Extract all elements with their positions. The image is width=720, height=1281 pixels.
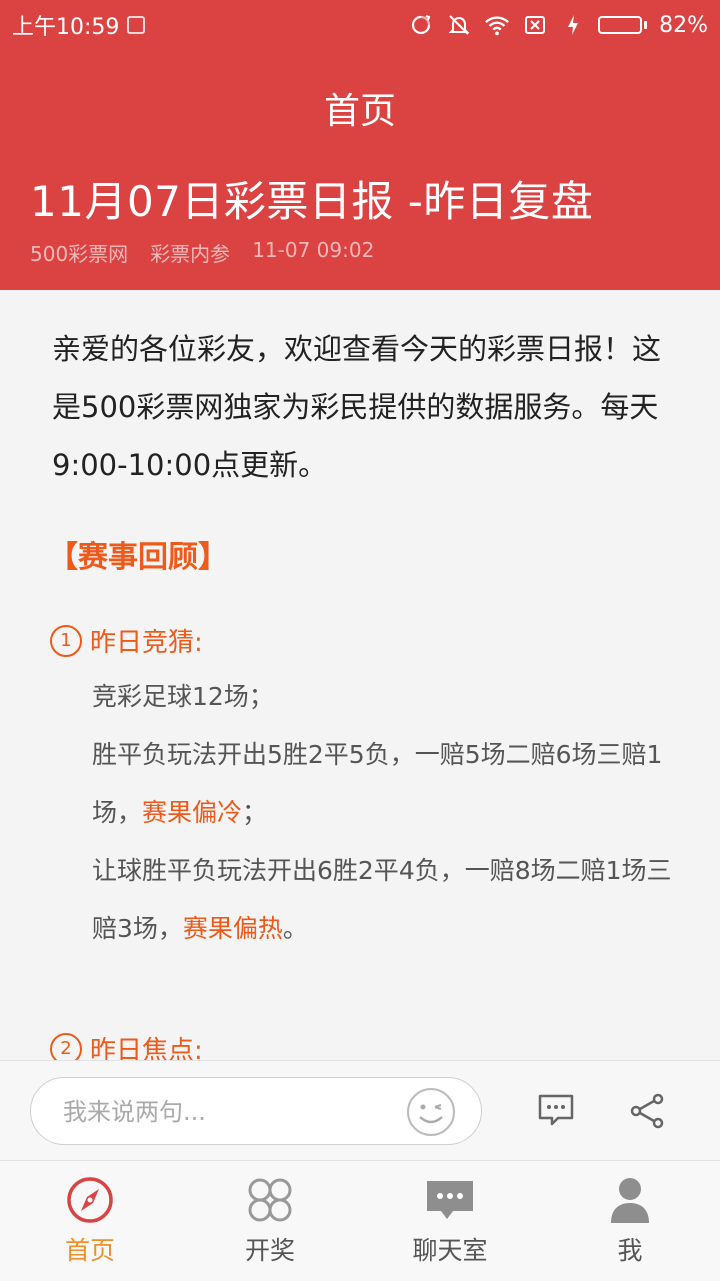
subsection-title-1: 昨日竞猜: — [90, 628, 203, 658]
circled-number-1: 1 — [50, 624, 82, 657]
tab-label: 首页 — [64, 1236, 115, 1265]
tab-me[interactable]: 我 — [540, 1161, 720, 1281]
subsection-heading-1: 1 昨日竞猜: — [50, 622, 203, 659]
comment-bar — [0, 1060, 720, 1161]
body-line: 竞彩足球12场； — [92, 682, 274, 711]
status-bar: 上午10:59 82% — [0, 0, 720, 50]
bottom-tab-bar: 首页 开奖 聊天室 我 — [0, 1160, 720, 1281]
tab-label: 聊天室 — [412, 1236, 488, 1265]
status-icons: 82% — [408, 12, 708, 38]
battery-icon — [598, 16, 648, 34]
article-intro: 亲爱的各位彩友，欢迎查看今天的彩票日报！这是500彩票网独家为彩民提供的数据服务… — [52, 332, 662, 482]
emoji-icon[interactable] — [405, 1086, 457, 1138]
subsection-body-1: 竞彩足球12场； 胜平负玩法开出5胜2平5负，一赔5场二赔6场三赔1场，赛果偏冷… — [92, 668, 682, 958]
tab-label: 我 — [617, 1236, 643, 1265]
highlight-text: 赛果偏热 — [182, 914, 283, 943]
comment-input[interactable] — [61, 1078, 425, 1146]
user-icon — [605, 1175, 655, 1225]
comment-input-box[interactable] — [30, 1077, 482, 1146]
article-title: 11月07日彩票日报 -昨日复盘 — [30, 177, 594, 226]
section-title: 【赛事回顾】 — [48, 540, 228, 575]
tab-label: 开奖 — [244, 1236, 295, 1265]
compass-icon — [65, 1175, 115, 1225]
subsection-heading-2: 2 昨日焦点: — [50, 1030, 203, 1060]
article-datetime: 11-07 09:02 — [252, 238, 375, 262]
grid-icon — [245, 1175, 295, 1225]
circled-number-2: 2 — [50, 1032, 82, 1060]
chat-icon — [425, 1175, 475, 1225]
tab-home[interactable]: 首页 — [0, 1161, 180, 1281]
notification-icon — [127, 16, 146, 34]
charging-icon — [560, 12, 586, 38]
page-title: 首页 — [323, 91, 396, 132]
article-source[interactable]: 500彩票网 — [30, 238, 128, 267]
tab-chatroom[interactable]: 聊天室 — [360, 1161, 540, 1281]
comments-icon[interactable] — [536, 1091, 576, 1131]
highlight-text: 赛果偏冷 — [142, 798, 243, 827]
sync-icon — [408, 12, 434, 38]
article-header: 首页 11月07日彩票日报 -昨日复盘 500彩票网 彩票内参 11-07 09… — [0, 50, 720, 290]
body-line: 胜平负玩法开出5胜2平5负，一赔5场二赔6场三赔1场，赛果偏冷； — [92, 740, 663, 827]
share-icon[interactable] — [628, 1091, 668, 1131]
article-category[interactable]: 彩票内参 — [150, 238, 230, 267]
status-time: 上午10:59 — [12, 15, 120, 40]
wifi-icon — [484, 12, 510, 38]
battery-percent: 82% — [659, 12, 708, 38]
body-line: 让球胜平负玩法开出6胜2平4负，一赔8场二赔1场三赔3场，赛果偏热。 — [92, 856, 672, 943]
tab-lottery-results[interactable]: 开奖 — [180, 1161, 360, 1281]
article-content[interactable]: 亲爱的各位彩友，欢迎查看今天的彩票日报！这是500彩票网独家为彩民提供的数据服务… — [0, 290, 720, 1060]
subsection-title-2: 昨日焦点: — [90, 1036, 203, 1060]
bell-muted-icon — [446, 12, 472, 38]
article-meta: 500彩票网 彩票内参 11-07 09:02 — [30, 238, 374, 267]
no-sim-icon — [522, 12, 548, 38]
